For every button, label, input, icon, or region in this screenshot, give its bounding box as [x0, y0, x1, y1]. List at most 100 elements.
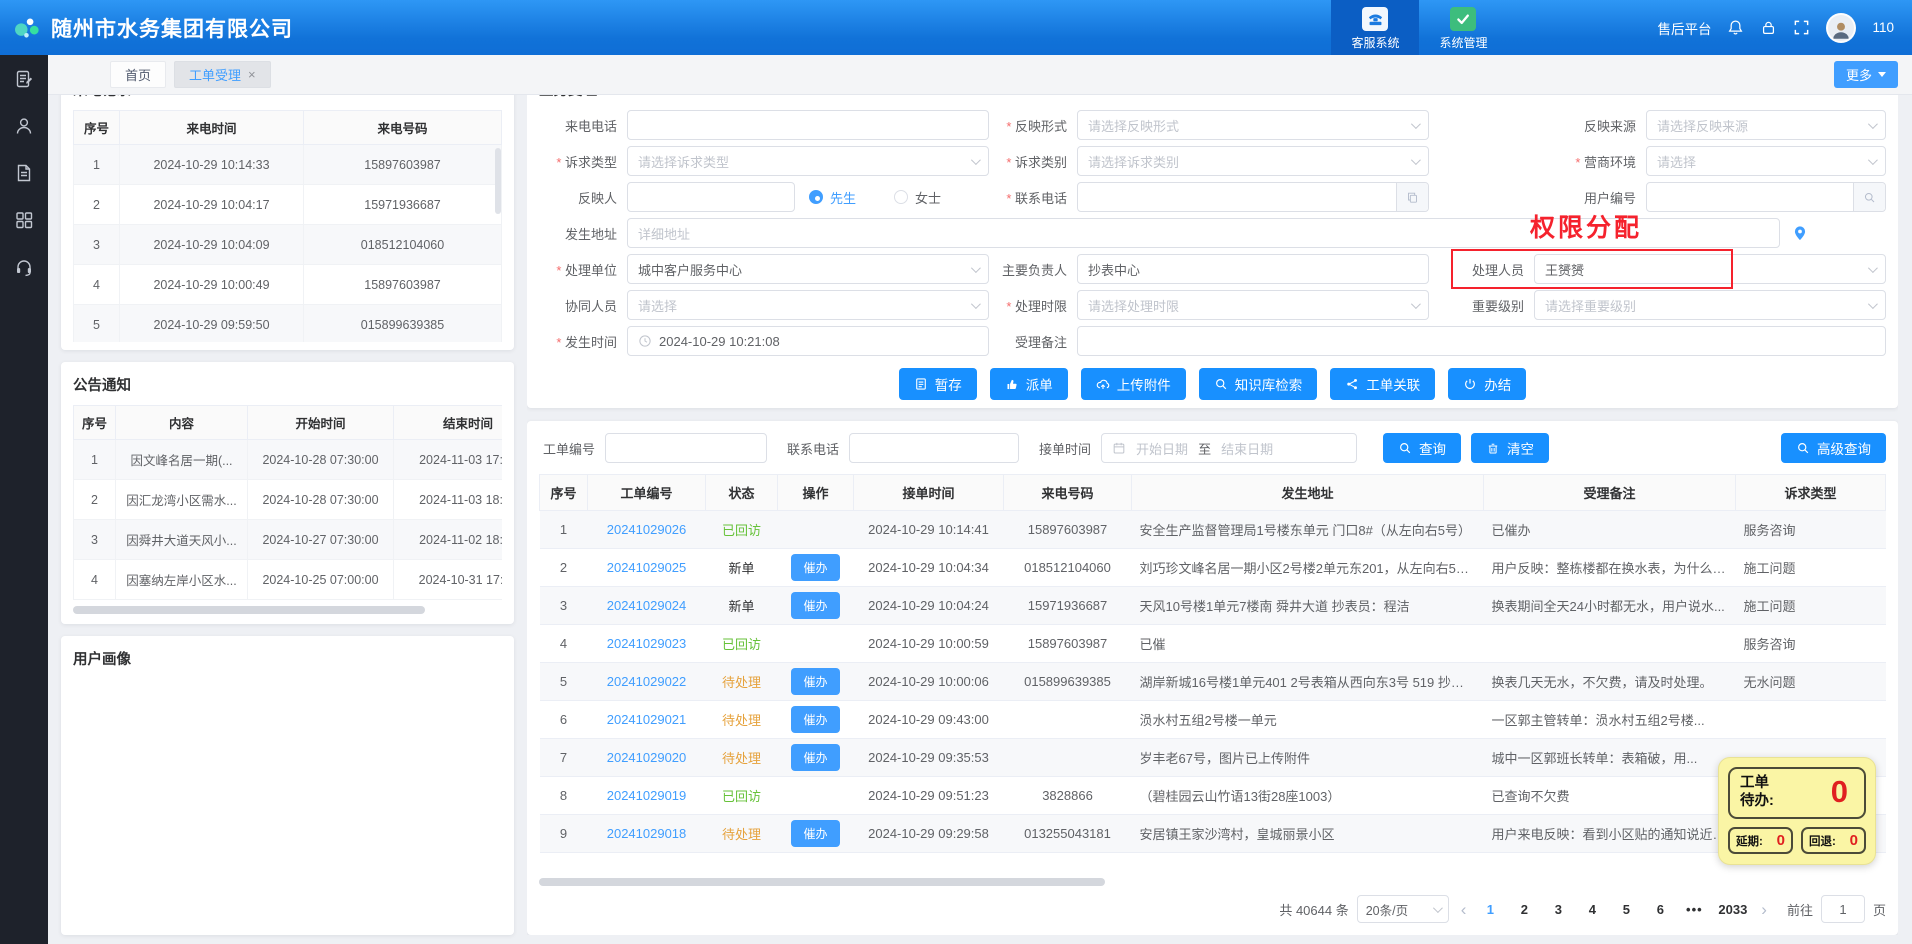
work-order-link[interactable]: 20241029020: [607, 750, 687, 765]
aftersale-platform-link[interactable]: 售后平台: [1657, 18, 1711, 38]
next-page-button[interactable]: ›: [1757, 901, 1771, 918]
urge-button[interactable]: 催办: [791, 820, 839, 847]
order-remark-cell: 换表期间全天24小时都无水，用户说水...: [1484, 587, 1736, 625]
finish-button[interactable]: 办结: [1448, 368, 1526, 400]
more-button[interactable]: 更多: [1834, 61, 1898, 88]
urge-button[interactable]: 催办: [791, 706, 839, 733]
deadline-select[interactable]: 请选择处理时限: [1077, 290, 1429, 320]
contact-phone-input[interactable]: [1077, 182, 1429, 212]
panel-title: 公告通知: [73, 374, 502, 395]
cell: 2024-11-02 18:00: [394, 520, 503, 560]
cell: 2: [74, 185, 120, 225]
appeal-type-select[interactable]: 请选择诉求类型: [627, 146, 989, 176]
reflect-form-select[interactable]: 请选择反映形式: [1077, 110, 1429, 140]
tab-home[interactable]: 首页: [110, 61, 166, 88]
lock-icon[interactable]: [1760, 19, 1777, 36]
app-switcher: 客服系统 系统管理: [1331, 0, 1507, 55]
urge-button[interactable]: 催办: [791, 744, 839, 771]
prev-page-button[interactable]: ‹: [1457, 901, 1471, 918]
priority-select[interactable]: 请选择重要级别: [1534, 290, 1886, 320]
appeal-class-select[interactable]: 请选择诉求类别: [1077, 146, 1429, 176]
work-order-link[interactable]: 20241029019: [607, 788, 687, 803]
bell-icon[interactable]: [1727, 19, 1744, 36]
page-size-select[interactable]: 20条/页: [1357, 895, 1449, 923]
dispatch-button[interactable]: 派单: [990, 368, 1068, 400]
call-phone-input[interactable]: [627, 110, 989, 140]
page-number[interactable]: 4: [1580, 902, 1604, 917]
reflect-source-select[interactable]: 请选择反映来源: [1646, 110, 1886, 140]
user-extension-badge: 110: [1872, 20, 1894, 35]
work-order-link[interactable]: 20241029018: [607, 826, 687, 841]
map-pin-icon[interactable]: [1792, 225, 1808, 241]
user-avatar[interactable]: [1826, 13, 1856, 43]
logo-icon: [14, 16, 41, 39]
workbench-icon[interactable]: [14, 69, 34, 89]
accept-time-range-picker[interactable]: 开始日期 至 结束日期: [1101, 433, 1357, 463]
top-header: 随州市水务集团有限公司 客服系统 系统管: [0, 0, 1912, 55]
work-order-link[interactable]: 20241029026: [607, 522, 687, 537]
order-id-cell: 20241029020: [588, 739, 706, 777]
reporter-input[interactable]: [627, 182, 795, 212]
radio-female[interactable]: 女士: [894, 188, 941, 207]
total-count: 共 40644 条: [1279, 900, 1348, 919]
search-phone-input[interactable]: [849, 433, 1019, 463]
copy-button[interactable]: [1396, 183, 1428, 211]
advanced-query-button[interactable]: 高级查询: [1781, 433, 1886, 463]
goto-page-input[interactable]: [1821, 895, 1865, 923]
assistant-select[interactable]: 请选择: [627, 290, 989, 320]
user-no-input[interactable]: [1646, 182, 1886, 212]
headset-icon[interactable]: [14, 257, 34, 277]
business-env-select[interactable]: 请选择: [1646, 146, 1886, 176]
query-button[interactable]: 查询: [1383, 433, 1461, 463]
work-order-link[interactable]: 20241029021: [607, 712, 687, 727]
page-number[interactable]: 3: [1546, 902, 1570, 917]
column-header: 接单时间: [854, 475, 1004, 511]
horizontal-scrollbar[interactable]: [539, 878, 1886, 886]
todo-float-box[interactable]: 工单待办: 0 延期: 0 回退: 0: [1718, 757, 1876, 865]
handle-unit-select[interactable]: 城中客户服务中心: [627, 254, 989, 284]
placeholder: 请选择诉求类型: [638, 152, 729, 171]
work-order-link[interactable]: 20241029024: [607, 598, 687, 613]
clear-button[interactable]: 清空: [1471, 433, 1549, 463]
tab-work-order[interactable]: 工单受理 ×: [174, 61, 271, 88]
urge-button[interactable]: 催办: [791, 592, 839, 619]
page-number[interactable]: 5: [1614, 902, 1638, 917]
order-num-cell: 7: [540, 739, 588, 777]
upload-attachment-button[interactable]: 上传附件: [1081, 368, 1186, 400]
fullscreen-icon[interactable]: [1793, 19, 1810, 36]
search-user-button[interactable]: [1853, 183, 1885, 211]
work-order-link[interactable]: 20241029023: [607, 636, 687, 651]
horizontal-scrollbar[interactable]: [73, 606, 502, 614]
knowledge-search-button[interactable]: 知识库检索: [1199, 368, 1318, 400]
page-number[interactable]: 2: [1512, 902, 1536, 917]
status-text: 新单: [728, 599, 754, 614]
vertical-scrollbar[interactable]: [495, 148, 501, 214]
page-number[interactable]: 2033: [1716, 902, 1749, 917]
cell: 3: [74, 225, 120, 265]
user-icon[interactable]: [14, 116, 34, 136]
manager-input[interactable]: 抄表中心: [1077, 254, 1429, 284]
save-draft-button[interactable]: 暂存: [899, 368, 977, 400]
radio-male[interactable]: 先生: [809, 188, 856, 207]
urge-button[interactable]: 催办: [791, 668, 839, 695]
address-input[interactable]: 详细地址: [627, 218, 1780, 248]
work-order-link[interactable]: 20241029025: [607, 560, 687, 575]
work-order-link[interactable]: 20241029022: [607, 674, 687, 689]
app-customer-service[interactable]: 客服系统: [1331, 0, 1419, 55]
order-no-input[interactable]: [605, 433, 767, 463]
rollback-label: 回退:: [1809, 833, 1836, 849]
page-number[interactable]: 6: [1648, 902, 1672, 917]
order-action-cell: 催办: [778, 549, 854, 587]
close-icon[interactable]: ×: [248, 67, 256, 82]
page-number[interactable]: 1: [1478, 902, 1502, 917]
order-link-button[interactable]: 工单关联: [1330, 368, 1435, 400]
remark-input[interactable]: [1077, 326, 1886, 356]
occur-time-picker[interactable]: 2024-10-29 10:21:08: [627, 326, 989, 356]
app-system-admin[interactable]: 系统管理: [1419, 0, 1507, 55]
handler-select[interactable]: 王赟赟: [1534, 254, 1886, 284]
urge-button[interactable]: 催办: [791, 554, 839, 581]
order-num-cell: 4: [540, 625, 588, 663]
apps-grid-icon[interactable]: [14, 210, 34, 230]
document-icon[interactable]: [14, 163, 34, 183]
order-status-cell: 已回访: [706, 511, 778, 549]
